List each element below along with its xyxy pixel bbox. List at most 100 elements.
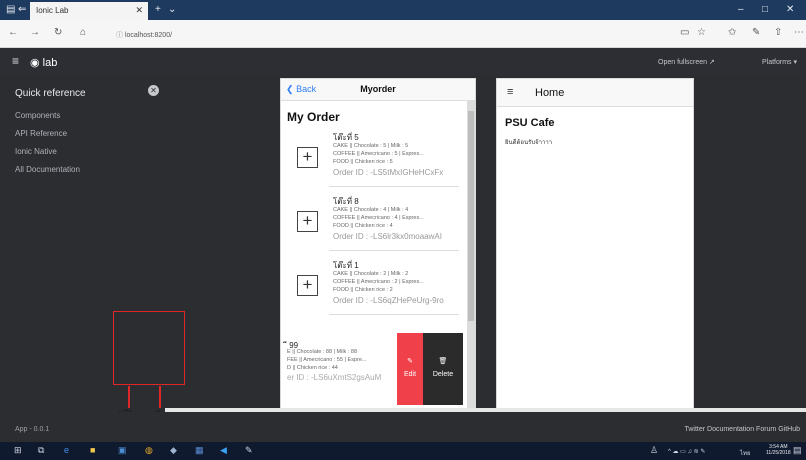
word-icon[interactable]: ▦	[195, 445, 204, 456]
reading-view-icon[interactable]: ▭	[680, 27, 689, 38]
order-cake: CAKE || Chocolate : 5 | Milk : 5	[333, 143, 409, 149]
back-button[interactable]: ❮ Back	[286, 84, 316, 95]
external-link-icon: ↗	[708, 59, 715, 66]
url-text: localhost:8200/	[124, 32, 173, 39]
phone-preview-myorder: Myorder ❮ Back My Order + โต๊ะที่ 5 CAKE…	[280, 78, 476, 413]
ionic-logo: ◉ lab	[30, 56, 57, 69]
forward-arrow-icon[interactable]: →	[30, 27, 40, 38]
scrollbar-thumb[interactable]	[468, 111, 474, 321]
tab-back-icon[interactable]: ⇐	[18, 4, 26, 15]
minimize-icon[interactable]: –	[738, 4, 744, 15]
close-window-icon[interactable]: ✕	[786, 4, 794, 15]
myorder-navbar: Myorder ❮ Back	[281, 79, 475, 101]
task-view-icon[interactable]: ⧉	[38, 445, 44, 456]
tab-close-icon[interactable]: ✕	[135, 5, 143, 16]
order-cake: CAKE || Chocolate : 2 | Milk : 2	[333, 271, 409, 277]
order-cake: CAKE || Chocolate : 4 | Milk : 4	[333, 207, 409, 213]
delete-option-button[interactable]: 🗑 Delete	[423, 333, 463, 405]
tab-title: Ionic Lab	[36, 6, 69, 15]
favorite-star-icon[interactable]: ☆	[697, 27, 706, 38]
refresh-icon[interactable]: ↻	[54, 27, 62, 38]
phone-preview-home: ≡ Home PSU Cafe ยินดีต้อนรับจ้าาาา	[496, 78, 694, 413]
platforms-label: Platforms	[762, 59, 792, 66]
page-title: My Order	[287, 110, 340, 124]
tool-icon[interactable]: ✎	[245, 445, 253, 456]
annotation-highlight-box	[113, 311, 185, 385]
sidebar-item-ionic-native[interactable]: Ionic Native	[15, 147, 57, 156]
new-tab-icon[interactable]: +	[155, 4, 161, 15]
add-icon[interactable]: +	[297, 275, 318, 296]
order-food: FOOD || Chicken rice : 5	[333, 159, 393, 165]
store-icon[interactable]: ▣	[118, 445, 127, 456]
divider	[329, 314, 459, 315]
hamburger-icon[interactable]: ≡	[12, 54, 19, 68]
order-food: FOOD || Chicken rice : 4	[333, 223, 393, 229]
share-icon[interactable]: ⇧	[774, 27, 782, 38]
ionic-lab-header: ≡ ◉ lab Open fullscreen ↗ Platforms ▾	[0, 48, 806, 75]
logo-text: lab	[42, 57, 58, 69]
delete-label: Delete	[432, 371, 454, 378]
open-fullscreen-label: Open fullscreen	[658, 59, 708, 66]
clock-date: 11/25/2018	[766, 450, 791, 456]
notification-icon[interactable]: ▤	[793, 445, 802, 456]
url-field[interactable]: ⓘ localhost:8200/	[110, 27, 650, 42]
favorites-list-icon[interactable]: ✩	[728, 27, 736, 38]
ionic-circle-icon: ◉	[30, 57, 40, 69]
system-tray-icons[interactable]: ^ ☁ ▭ ♫ ≋ ✎	[668, 448, 705, 455]
platforms-dropdown[interactable]: Platforms ▾	[762, 58, 797, 66]
chrome-icon[interactable]: ◍	[145, 445, 153, 456]
sidebar-item-all-documentation[interactable]: All Documentation	[15, 165, 80, 174]
close-sidebar-icon[interactable]: ✕	[148, 85, 159, 96]
language-indicator[interactable]: ไทย	[740, 448, 751, 458]
back-arrow-icon[interactable]: ←	[8, 27, 18, 38]
tab-list-icon[interactable]: ⌄	[168, 4, 176, 15]
footer-links[interactable]: Twitter Documentation Forum GitHub	[684, 426, 800, 433]
taskbar-clock[interactable]: 3:54 AM 11/25/2018	[766, 444, 791, 456]
menu-icon[interactable]: ≡	[507, 86, 513, 98]
order-id: Order ID : -LS5tMxIGHeHCxFx	[333, 168, 444, 177]
home-navbar: ≡ Home	[497, 79, 693, 107]
edit-option-button[interactable]: ✎ Edit	[397, 333, 423, 405]
edge-icon[interactable]: e	[64, 445, 69, 455]
chevron-left-icon: ❮	[286, 84, 294, 94]
order-list-item[interactable]: + โต๊ะที่ 5 CAKE || Chocolate : 5 | Milk…	[281, 131, 461, 195]
page-title: PSU Cafe	[505, 117, 555, 129]
order-coffee: COFFEE || Amecricano : 2 | Espres...	[333, 279, 424, 285]
order-list-item[interactable]: + โต๊ะที่ 1 CAKE || Chocolate : 2 | Milk…	[281, 259, 461, 323]
add-icon[interactable]: +	[297, 147, 318, 168]
swiped-order-item[interactable]: ี 99 E || Chocolate : 88 | Milk : 88 FEE…	[281, 333, 475, 405]
order-id: Order ID : -LS6qZHePeUrg-9ro	[333, 296, 444, 305]
pen-icon[interactable]: ✎	[752, 27, 760, 38]
order-cake: E || Chocolate : 88 | Milk : 88	[287, 349, 358, 355]
divider	[329, 186, 459, 187]
ionic-lab-footer: App - 0.0.1 Twitter Documentation Forum …	[0, 412, 806, 442]
order-food: FOOD || Chicken rice : 2	[333, 287, 393, 293]
edit-icon: ✎	[407, 358, 413, 365]
myorder-content: My Order + โต๊ะที่ 5 CAKE || Chocolate :…	[281, 101, 475, 411]
open-fullscreen-link[interactable]: Open fullscreen ↗	[658, 58, 715, 66]
folder-icon[interactable]: ■	[90, 445, 95, 455]
start-icon[interactable]: ⊞	[14, 445, 22, 456]
order-coffee: COFFEE || Amecricano : 5 | Espres...	[333, 151, 424, 157]
vscode-icon[interactable]: ◀	[220, 445, 227, 456]
navbar-title: Home	[535, 87, 565, 99]
home-icon[interactable]: ⌂	[80, 27, 86, 38]
vertical-scrollbar[interactable]	[467, 101, 475, 411]
annotation-line-delete	[159, 386, 161, 408]
more-icon[interactable]: ⋯	[794, 27, 804, 38]
app-version: App - 0.0.1	[15, 426, 50, 433]
order-list-item[interactable]: + โต๊ะที่ 8 CAKE || Chocolate : 4 | Milk…	[281, 195, 461, 259]
app-icon[interactable]: ◆	[170, 445, 177, 456]
sidebar-item-components[interactable]: Components	[15, 111, 60, 120]
order-id: Order ID : -LS6lr3kx0moaawAI	[333, 232, 442, 241]
divider	[329, 250, 459, 251]
caret-down-icon: ▾	[793, 59, 798, 66]
order-id: er ID : -LS6uXmtS2gsAuM	[287, 373, 382, 382]
maximize-icon[interactable]: □	[762, 4, 768, 15]
info-icon: ⓘ	[116, 32, 125, 39]
browser-tab[interactable]: Ionic Lab ✕	[30, 2, 148, 20]
edit-label: Edit	[403, 371, 417, 378]
add-icon[interactable]: +	[297, 211, 318, 232]
people-icon[interactable]: ♙	[650, 445, 658, 456]
sidebar-item-api-reference[interactable]: API Reference	[15, 129, 67, 138]
